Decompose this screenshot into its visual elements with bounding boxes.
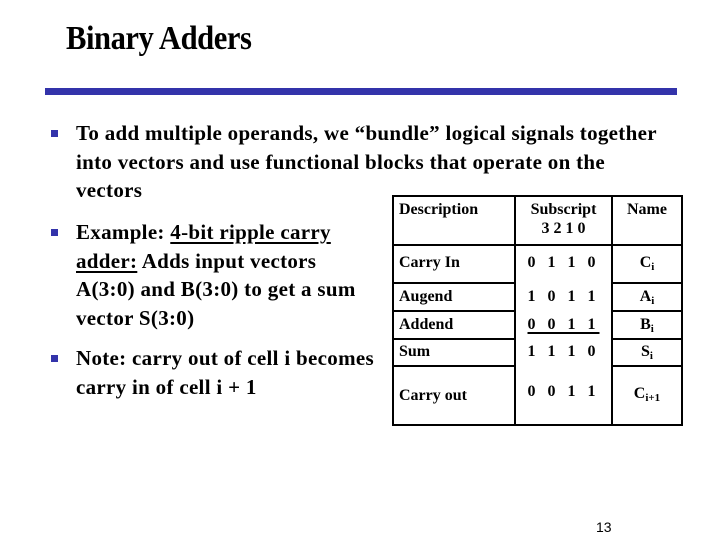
row-divider [611,365,681,367]
bullet-text: To add multiple operands, we “bundle” lo… [76,121,657,202]
adder-table: Description Subscript 3 2 1 0 Name Carry… [392,195,683,426]
bullet-example: Example: 4-bit ripple carry adder: Adds … [51,218,376,332]
bullet-prefix: Example: [76,220,171,244]
row-bits: 0 0 1 1 [527,316,600,333]
row-bits: 1 0 1 1 [527,288,600,305]
row-description: Sum [399,343,431,360]
bullet-square-icon [51,355,58,362]
row-description: Addend [399,316,454,333]
row-divider [394,282,514,284]
row-name: Si [641,343,653,362]
row-name: Ci [639,254,655,273]
row-description: Carry out [399,387,467,404]
row-divider [611,338,681,340]
row-divider [611,310,681,312]
bullet-square-icon [51,229,58,236]
row-name: Bi [640,316,654,335]
row-divider [394,338,514,340]
header-subscript: Subscript [530,201,597,218]
bullet-note: Note: carry out of cell i becomes carry … [51,344,376,401]
bullet-square-icon [51,130,58,137]
row-description: Augend [399,288,453,305]
header-name: Name [627,201,667,218]
row-divider [394,365,514,367]
bullet-text: Note: carry out of cell i becomes carry … [76,346,374,399]
header-divider [394,244,681,246]
row-bits: 0 1 1 0 [527,254,600,271]
row-name: Ai [639,288,655,307]
slide-title: Binary Adders [66,20,252,57]
row-name: Ci+1 [633,385,661,404]
page-number: 13 [596,519,612,535]
row-divider [611,282,681,284]
bullet-operands: To add multiple operands, we “bundle” lo… [51,119,676,205]
header-subscript-indices: 3 2 1 0 [541,220,586,237]
header-description: Description [399,201,479,218]
row-bits: 0 0 1 1 [527,383,600,400]
row-divider [394,310,514,312]
row-description: Carry In [399,254,460,271]
title-divider [45,88,677,95]
row-bits: 1 1 1 0 [527,343,600,360]
